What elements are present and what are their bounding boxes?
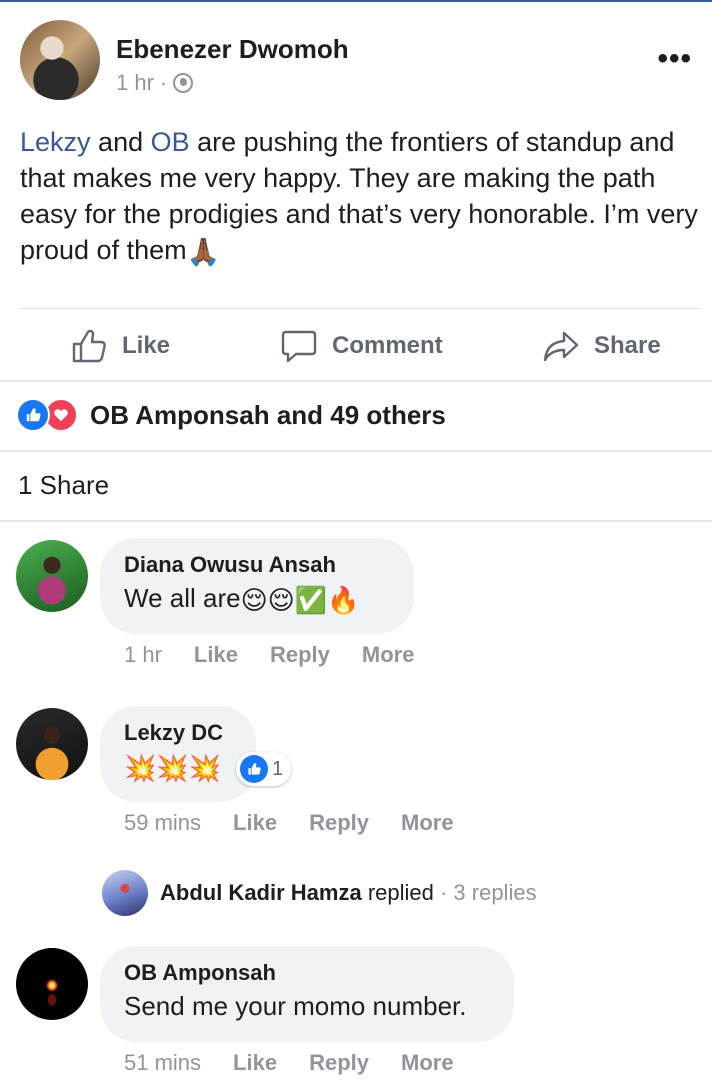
comment-reply-link[interactable]: Reply [309, 1050, 369, 1076]
post-time[interactable]: 1 hr [116, 70, 154, 96]
comment-time: 51 mins [124, 1050, 202, 1075]
comment-meta: 59 mins Like Reply More [124, 810, 454, 836]
comment-like-link[interactable]: Like [194, 642, 238, 668]
replier-avatar [102, 870, 148, 916]
like-reaction-icon [16, 398, 50, 432]
comment-like-link[interactable]: Like [233, 810, 277, 836]
comment-more-link[interactable]: More [401, 1050, 454, 1076]
commenter-name[interactable]: Lekzy DC [124, 718, 232, 748]
comment-reaction-badge[interactable]: 1 [236, 752, 292, 786]
replier-name: Abdul Kadir Hamza [160, 880, 362, 905]
globe-icon [173, 73, 194, 93]
comment-icon [281, 330, 317, 363]
post-body: Lekzy and OB are pushing the frontiers o… [20, 124, 700, 270]
post-actions: Like Comment Share [0, 318, 712, 374]
comment-text: 💥💥💥 [124, 748, 232, 786]
share-arrow-icon [543, 331, 579, 362]
comment-text: Send me your momo number. [124, 991, 467, 1021]
comment-reply-link[interactable]: Reply [309, 810, 369, 836]
comment-reply-link[interactable]: Reply [270, 642, 330, 668]
more-options-icon[interactable]: ••• [657, 42, 692, 76]
reaction-summary-text: OB Amponsah and 49 others [90, 399, 446, 430]
comment-emojis: 😌😌✅🔥 [240, 585, 360, 616]
divider [20, 308, 700, 309]
comment-button[interactable]: Comment [280, 318, 443, 374]
comment-bubble: OB Amponsah Send me your momo number. [100, 946, 514, 1042]
commenter-name[interactable]: Diana Owusu Ansah [124, 550, 390, 580]
comment-label: Comment [332, 332, 443, 359]
comment-time: 59 mins [124, 810, 202, 835]
praying-hands-emoji: 🙏🏾 [186, 236, 221, 267]
comment-text: We all are😌😌✅🔥 [124, 580, 390, 618]
comment-bubble: Diana Owusu Ansah We all are😌😌✅🔥 [100, 538, 414, 634]
reaction-count: 1 [272, 757, 284, 780]
reply-count: · 3 replies [433, 880, 537, 905]
comment-emojis: 💥💥💥 [124, 753, 222, 784]
comment-more-link[interactable]: More [362, 642, 415, 668]
mention-lekzy[interactable]: Lekzy [20, 127, 91, 157]
top-border [0, 0, 712, 2]
comment-meta: 51 mins Like Reply More [124, 1050, 454, 1076]
author-name[interactable]: Ebenezer Dwomoh [116, 34, 349, 65]
view-replies-row[interactable]: Abdul Kadir Hamza replied · 3 replies [102, 870, 537, 916]
replied-label: replied [361, 880, 434, 905]
commenter-avatar[interactable] [16, 948, 88, 1020]
like-reaction-icon [240, 755, 268, 783]
comment-like-link[interactable]: Like [233, 1050, 277, 1076]
section-divider [0, 450, 712, 452]
comment-text-words: We all are [124, 583, 241, 613]
comment-more-link[interactable]: More [401, 810, 454, 836]
author-avatar[interactable] [20, 20, 100, 100]
comment-meta: 1 hr Like Reply More [124, 642, 414, 668]
post-text-1: and [90, 127, 151, 157]
meta-separator: · [159, 70, 168, 95]
like-label: Like [122, 332, 171, 359]
comment-time: 1 hr [124, 642, 162, 667]
share-label: Share [594, 332, 661, 359]
like-button[interactable]: Like [70, 318, 170, 374]
mention-ob[interactable]: OB [151, 127, 190, 157]
share-button[interactable]: Share [542, 318, 661, 374]
section-divider [0, 380, 712, 382]
comment-bubble: Lekzy DC 💥💥💥 [100, 706, 256, 802]
thumbs-up-icon [72, 329, 106, 363]
commenter-avatar[interactable] [16, 540, 88, 612]
post-header: Ebenezer Dwomoh 1 hr · ••• [20, 20, 692, 102]
section-divider [0, 520, 712, 522]
commenter-name[interactable]: OB Amponsah [124, 958, 490, 988]
share-count[interactable]: 1 Share [18, 470, 109, 501]
post-meta: 1 hr · [116, 70, 194, 96]
commenter-avatar[interactable] [16, 708, 88, 780]
reactions-summary[interactable]: OB Amponsah and 49 others [16, 398, 446, 432]
